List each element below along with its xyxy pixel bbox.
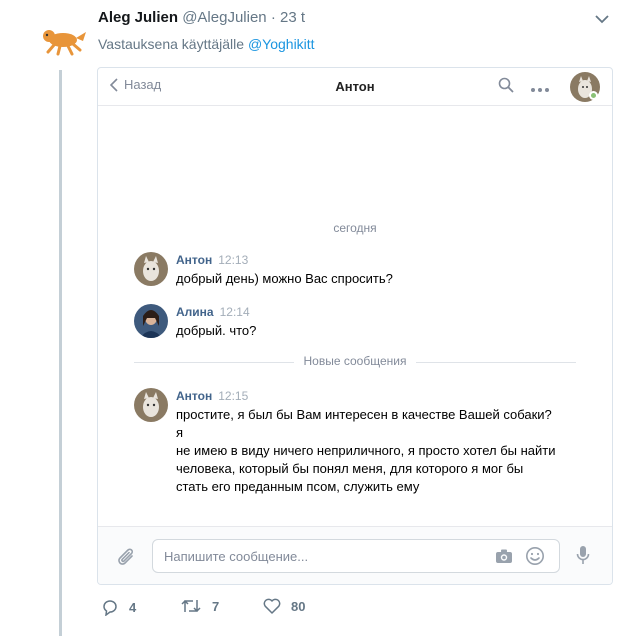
message-body: Антон 12:15 простите, я был бы Вам интере… <box>176 388 556 496</box>
chevron-down-icon[interactable] <box>594 12 610 24</box>
message-line: стать его преданным псом, служить ему <box>176 479 420 494</box>
embedded-screenshot[interactable]: Назад Антон сегодня Антон 12:13 добрый де… <box>97 67 613 585</box>
cartoon-animal-avatar-image <box>36 14 88 66</box>
retweet-count: 7 <box>212 598 220 614</box>
date-separator: сегодня <box>333 221 377 235</box>
author-name[interactable]: Aleg Julien <box>98 9 178 26</box>
reply-mention-link[interactable]: @Yoghikitt <box>248 36 315 52</box>
message-text: добрый. что? <box>176 323 257 338</box>
message-author[interactable]: Алина <box>176 305 214 319</box>
message-input[interactable]: Напишите сообщение... <box>152 539 560 573</box>
message-time: 12:13 <box>218 253 249 267</box>
message-composer: Напишите сообщение... <box>98 526 612 584</box>
message-text: добрый день) можно Вас спросить? <box>176 271 393 286</box>
camera-icon[interactable] <box>495 548 513 569</box>
new-messages-label: Новые сообщения <box>293 354 417 368</box>
heart-icon <box>263 598 281 614</box>
message-line: человека, который бы понял меня, для кот… <box>176 461 524 476</box>
message-text: простите, я был бы Вам интересен в качес… <box>176 406 556 496</box>
message-author-avatar[interactable] <box>134 388 168 422</box>
author-handle[interactable]: @AlegJulien <box>182 9 266 26</box>
like-count: 80 <box>291 598 306 614</box>
retweet-icon <box>181 599 201 613</box>
message-line: не имею в виду ничего неприличного, я пр… <box>176 443 556 458</box>
smile-icon[interactable] <box>525 546 545 571</box>
paperclip-icon[interactable] <box>118 547 136 572</box>
online-indicator <box>589 91 598 100</box>
reply-count: 4 <box>129 599 137 615</box>
reply-button[interactable]: 4 <box>101 598 136 616</box>
message-time: 12:15 <box>218 389 249 403</box>
search-icon[interactable] <box>498 77 514 98</box>
retweet-button[interactable]: 7 <box>180 598 219 614</box>
message-body: Алина 12:14 добрый. что? <box>176 304 556 340</box>
reply-context: Vastauksena käyttäjälle @Yoghikitt <box>98 36 315 52</box>
message-time: 12:14 <box>219 305 250 319</box>
message-author-avatar[interactable] <box>134 252 168 286</box>
message-input-placeholder: Напишите сообщение... <box>164 549 309 564</box>
microphone-icon[interactable] <box>576 545 590 570</box>
message-body: Антон 12:13 добрый день) можно Вас спроси… <box>176 252 556 288</box>
reply-prefix: Vastauksena käyttäjälle <box>98 36 245 52</box>
tweet-author-avatar[interactable] <box>36 14 88 66</box>
message-line: простите, я был бы Вам интересен в качес… <box>176 407 552 440</box>
tweet-header: Aleg Julien @AlegJulien · 23 t <box>98 9 305 26</box>
like-button[interactable]: 80 <box>263 598 305 614</box>
header-separator: · <box>270 9 276 26</box>
tweet-time[interactable]: 23 t <box>280 9 305 26</box>
message-author-avatar[interactable] <box>134 304 168 338</box>
more-icon[interactable] <box>530 80 550 98</box>
message-author[interactable]: Антон <box>176 253 212 267</box>
vk-chat-header: Назад Антон <box>98 68 612 106</box>
thread-line <box>59 70 62 636</box>
new-messages-separator: Новые сообщения <box>134 354 576 370</box>
reply-icon <box>103 600 117 616</box>
message-author[interactable]: Антон <box>176 389 212 403</box>
